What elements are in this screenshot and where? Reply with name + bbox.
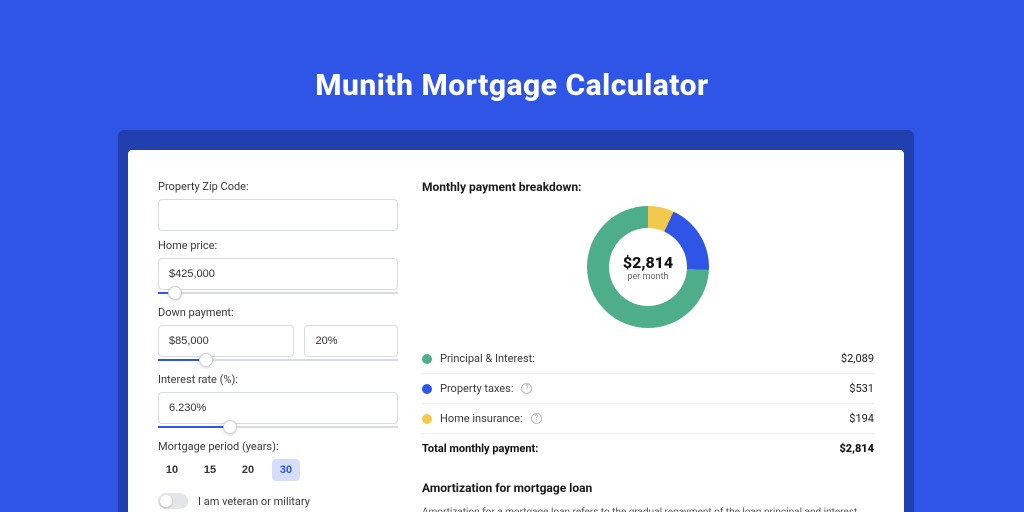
amortization-title: Amortization for mortgage loan [422,481,874,495]
breakdown-column: Monthly payment breakdown: $2,814 per mo… [422,180,874,512]
period-options: 10 15 20 30 [158,459,398,481]
veteran-label: I am veteran or military [198,495,310,508]
legend-value: $2,089 [841,352,874,365]
veteran-toggle-knob [160,495,172,507]
rate-input[interactable] [158,392,398,424]
down-slider-thumb[interactable] [199,353,213,367]
rate-label: Interest rate (%): [158,373,398,386]
period-btn-30[interactable]: 30 [272,459,300,481]
legend-left-0: Principal & Interest: [422,352,535,365]
legend-dot-icon [422,414,432,424]
legend-total-value: $2,814 [839,442,874,455]
form-column: Property Zip Code: Home price: Down paym… [158,180,398,512]
price-slider-thumb[interactable] [168,286,182,300]
legend-total-label: Total monthly payment: [422,442,538,455]
period-btn-15[interactable]: 15 [196,459,224,481]
legend-row-0: Principal & Interest: $2,089 [422,344,874,374]
amortization-text: Amortization for a mortgage loan refers … [422,505,874,512]
legend-row-2: Home insurance:? $194 [422,404,874,434]
price-slider[interactable] [158,292,398,294]
donut-value: $2,814 [623,253,673,272]
period-group: Mortgage period (years): 10 15 20 30 [158,440,398,481]
legend-row-total: Total monthly payment: $2,814 [422,434,874,463]
rate-slider[interactable] [158,426,398,428]
zip-group: Property Zip Code: [158,180,398,233]
rate-slider-thumb[interactable] [223,420,237,434]
period-btn-10[interactable]: 10 [158,459,186,481]
info-icon[interactable]: ? [521,383,532,394]
down-amount-input[interactable] [158,325,294,357]
price-group: Home price: [158,239,398,294]
legend-label: Home insurance: [440,412,523,425]
down-group: Down payment: [158,306,398,361]
period-label: Mortgage period (years): [158,440,398,453]
down-slider[interactable] [158,359,398,361]
legend: Principal & Interest: $2,089 Property taxe… [422,344,874,463]
price-input[interactable] [158,258,398,290]
zip-label: Property Zip Code: [158,180,398,193]
rate-slider-fill [158,426,230,428]
veteran-row: I am veteran or military [158,493,398,509]
legend-left-2: Home insurance:? [422,412,542,425]
veteran-toggle[interactable] [158,493,188,509]
legend-value: $194 [849,412,874,425]
page-title: Munith Mortgage Calculator [0,68,1024,103]
down-pct-input[interactable] [304,325,398,357]
legend-dot-icon [422,354,432,364]
legend-row-1: Property taxes:? $531 [422,374,874,404]
info-icon[interactable]: ? [531,413,542,424]
legend-label: Property taxes: [440,382,513,395]
price-label: Home price: [158,239,398,252]
legend-value: $531 [849,382,874,395]
donut-chart-wrap: $2,814 per month [422,206,874,328]
down-label: Down payment: [158,306,398,319]
rate-group: Interest rate (%): [158,373,398,428]
legend-label: Principal & Interest: [440,352,535,365]
donut-center: $2,814 per month [609,228,687,306]
zip-input[interactable] [158,199,398,231]
breakdown-title: Monthly payment breakdown: [422,180,874,194]
period-btn-20[interactable]: 20 [234,459,262,481]
legend-left-1: Property taxes:? [422,382,532,395]
calculator-card: Property Zip Code: Home price: Down paym… [128,150,904,512]
donut-chart: $2,814 per month [587,206,709,328]
legend-dot-icon [422,384,432,394]
donut-sublabel: per month [627,272,668,282]
